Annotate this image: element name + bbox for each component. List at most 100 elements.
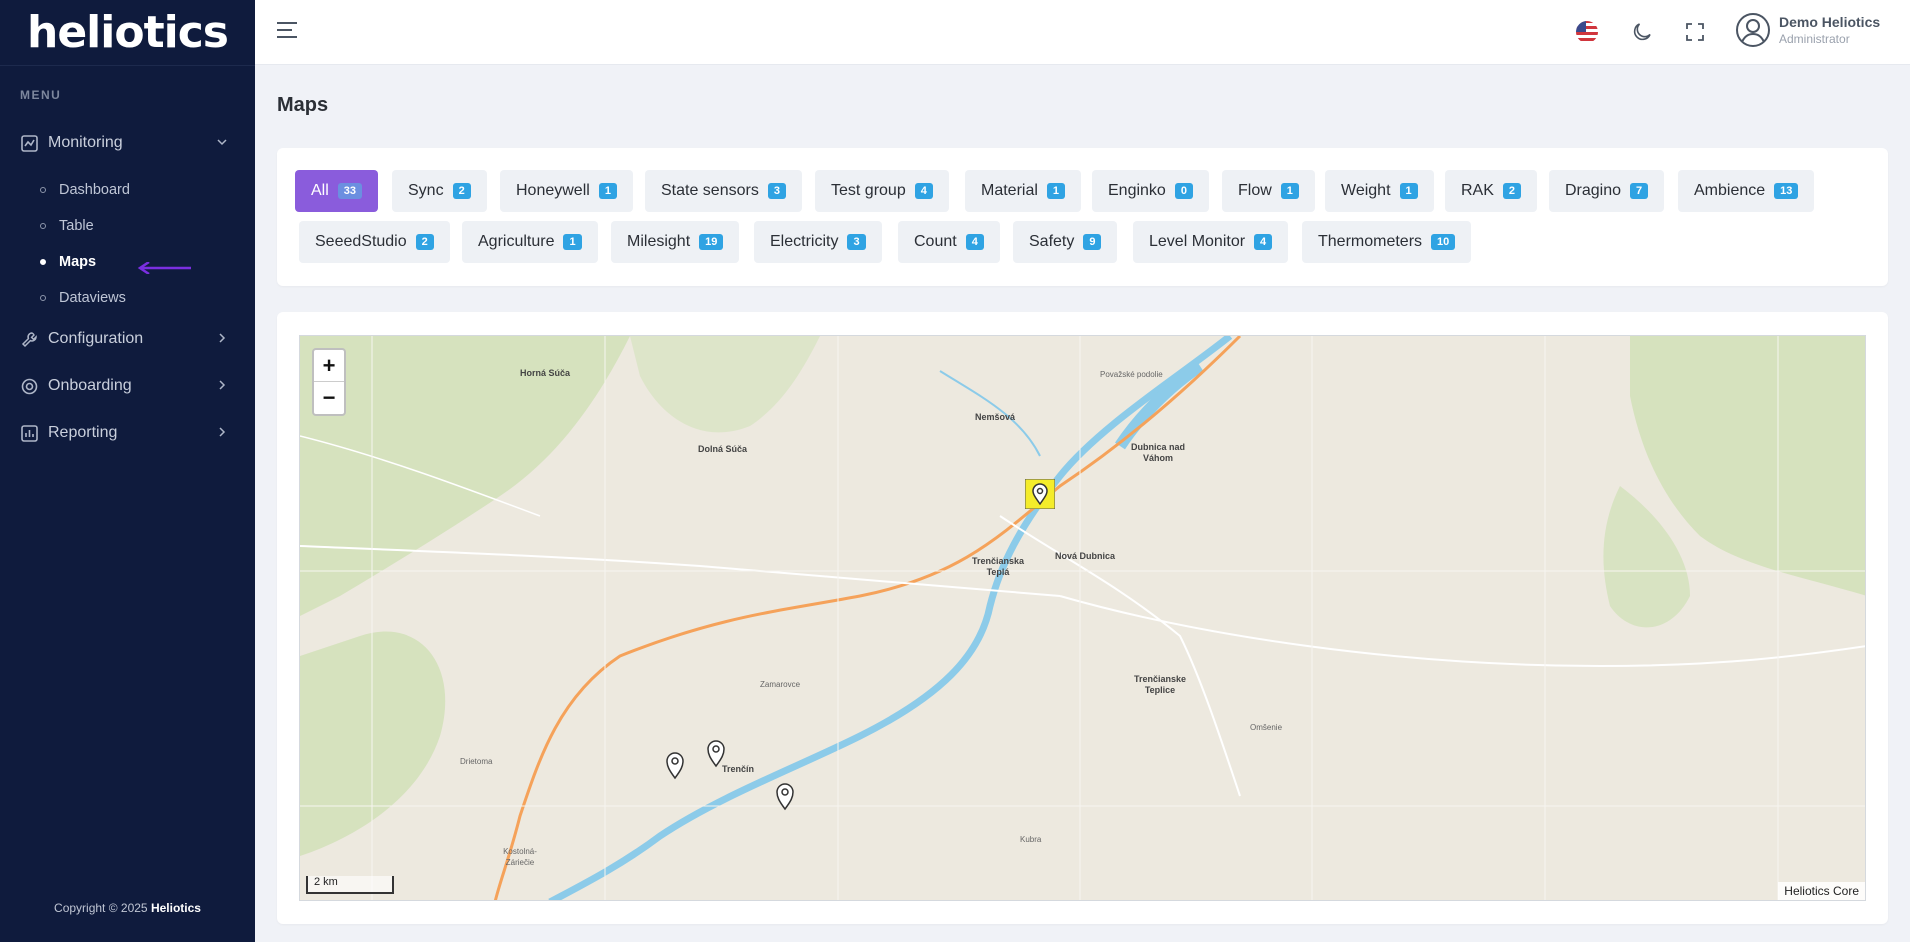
sidebar-item-reporting[interactable]: Reporting — [0, 415, 255, 451]
map-view[interactable]: Horná Súča Dolná Súča Nemšová Dubnica na… — [299, 335, 1866, 901]
copyright-brand: Heliotics — [150, 901, 201, 915]
filter-chip[interactable]: Level Monitor 4 — [1133, 221, 1289, 263]
filter-label: Sync — [408, 182, 444, 199]
filter-label: Thermometers — [1318, 233, 1423, 250]
bullet-icon — [40, 223, 46, 229]
place-label: Nová Dubnica — [1055, 551, 1116, 561]
chevron-right-icon — [217, 378, 227, 393]
filter-chip[interactable]: All 33 — [295, 170, 379, 212]
filter-chip[interactable]: Thermometers 10 — [1302, 221, 1472, 263]
filter-chip[interactable]: Safety 9 — [1013, 221, 1118, 263]
chevron-down-icon — [217, 135, 227, 150]
copyright: Copyright © 2025 Heliotics — [0, 901, 255, 915]
filter-chip[interactable]: Count 4 — [898, 221, 1000, 263]
place-label: Zamarovce — [760, 680, 801, 689]
copyright-text: Copyright © 2025 — [54, 901, 148, 915]
place-label: Dubnica nad Váhom — [1130, 442, 1185, 463]
sidebar-subitem-dashboard[interactable]: Dashboard — [0, 176, 255, 204]
count-badge: 1 — [563, 234, 582, 250]
filter-chip[interactable]: Material 1 — [965, 170, 1082, 212]
map-marker[interactable] — [774, 781, 796, 811]
map-marker[interactable] — [664, 750, 686, 780]
place-label: Trenčianska Teplá — [971, 556, 1025, 577]
count-badge: 1 — [1046, 183, 1066, 199]
sidebar-item-onboarding[interactable]: Onboarding — [0, 368, 255, 404]
zoom-in-button[interactable]: + — [314, 350, 344, 382]
count-badge: 7 — [1630, 183, 1649, 199]
filter-chip[interactable]: Honeywell 1 — [500, 170, 633, 212]
filter-card: All 33 Sync 2 Honeywell 1 State sensors 3 Te… — [277, 148, 1888, 286]
filter-chip[interactable]: SeeedStudio 2 — [299, 221, 450, 263]
sidebar-subitem-label: Maps — [59, 254, 97, 270]
filter-label: SeeedStudio — [315, 233, 407, 250]
filter-chip[interactable]: Milesight 19 — [611, 221, 740, 263]
us-flag-icon[interactable] — [1575, 20, 1599, 44]
filter-label: State sensors — [661, 182, 759, 199]
sidebar-subitem-maps[interactable]: Maps — [0, 248, 255, 276]
scale-bar: 2 km — [306, 876, 394, 894]
filter-label: Ambience — [1694, 182, 1766, 199]
count-badge: 3 — [847, 234, 866, 250]
moon-icon[interactable] — [1630, 20, 1654, 44]
filter-chip[interactable]: Dragino 7 — [1549, 170, 1665, 212]
sidebar-item-configuration[interactable]: Configuration — [0, 321, 255, 357]
count-badge: 1 — [1399, 183, 1418, 199]
filter-chip[interactable]: State sensors 3 — [645, 170, 802, 212]
filter-chip[interactable]: Agriculture 1 — [462, 221, 598, 263]
count-badge: 1 — [1280, 183, 1299, 199]
menu-toggle-icon[interactable] — [277, 22, 297, 40]
sidebar-subitem-dataviews[interactable]: Dataviews — [0, 284, 255, 312]
menu-title: MENU — [20, 88, 62, 102]
sidebar-subitem-table[interactable]: Table — [0, 212, 255, 240]
sidebar: heliotics MENU Monitoring Dashboard Tabl… — [0, 0, 255, 942]
filter-label: Dragino — [1565, 182, 1622, 199]
count-badge: 1 — [598, 183, 617, 199]
filter-chip[interactable]: Weight 1 — [1325, 170, 1434, 212]
bullet-icon — [40, 295, 46, 301]
chart-line-icon — [20, 134, 38, 152]
filter-label: Material — [981, 182, 1038, 199]
count-badge: 10 — [1431, 234, 1456, 250]
place-label: Nemšová — [975, 412, 1016, 422]
filter-chip[interactable]: Electricity 3 — [754, 221, 882, 263]
user-role: Administrator — [1779, 32, 1850, 46]
filter-chip[interactable]: Sync 2 — [392, 170, 487, 212]
filter-chip[interactable]: Test group 4 — [815, 170, 949, 212]
sidebar-subitem-label: Table — [59, 218, 94, 234]
zoom-out-button[interactable]: − — [314, 382, 344, 414]
filter-label: Flow — [1238, 182, 1272, 199]
sidebar-subitem-label: Dataviews — [59, 290, 126, 306]
place-label: Kostolná-Záriečie — [503, 847, 537, 867]
user-circle-icon — [1736, 13, 1770, 47]
place-label: Horná Súča — [520, 368, 571, 378]
onboarding-icon — [20, 377, 38, 395]
user-menu[interactable]: Demo Heliotics Administrator — [1735, 12, 1880, 48]
sidebar-item-label: Reporting — [48, 424, 118, 441]
logo[interactable]: heliotics — [0, 0, 255, 66]
map-marker[interactable] — [705, 738, 727, 768]
place-label: Drietoma — [460, 757, 493, 766]
user-name: Demo Heliotics — [1779, 14, 1881, 30]
filter-label: All — [311, 182, 329, 199]
filter-chip[interactable]: Enginko 0 — [1092, 170, 1209, 212]
filter-label: Safety — [1029, 233, 1075, 250]
count-badge: 2 — [415, 234, 434, 250]
sidebar-item-label: Onboarding — [48, 377, 132, 394]
filter-label: Enginko — [1108, 182, 1166, 199]
filter-label: Count — [914, 233, 957, 250]
zoom-control: + − — [312, 348, 346, 416]
chevron-right-icon — [217, 331, 227, 346]
fullscreen-icon[interactable] — [1683, 20, 1707, 44]
map-marker-highlighted[interactable] — [1025, 479, 1055, 509]
filter-chip[interactable]: Ambience 13 — [1678, 170, 1815, 212]
sidebar-item-monitoring[interactable]: Monitoring — [0, 125, 255, 161]
page-title: Maps — [277, 94, 329, 116]
filter-label: Honeywell — [516, 182, 590, 199]
filter-label: RAK — [1461, 182, 1494, 199]
filter-chip[interactable]: Flow 1 — [1222, 170, 1315, 212]
filter-chip[interactable]: RAK 2 — [1445, 170, 1538, 212]
filter-label: Electricity — [770, 233, 839, 250]
map-attribution[interactable]: Heliotics Core — [1778, 882, 1865, 900]
bullet-icon — [40, 259, 46, 265]
count-badge: 2 — [452, 183, 471, 199]
